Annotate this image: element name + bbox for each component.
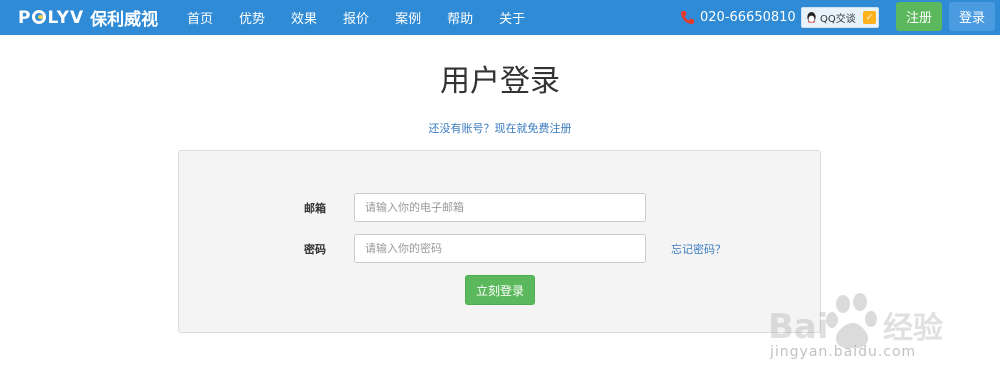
page-title: 用户登录 [440,64,560,99]
phone-icon [680,10,695,25]
watermark-brand: Bai [768,307,829,347]
qq-penguin-icon [807,11,816,23]
forgot-password-link[interactable]: 忘记密码？ [671,241,726,257]
main-nav: 首页 优势 效果 报价 案例 帮助 关于 [187,0,551,35]
polyv-logo[interactable]: P LYV 保利威视 [18,0,158,35]
nav-item-advantages[interactable]: 优势 [239,8,265,27]
email-field[interactable] [354,193,646,222]
qq-status-icon: ✓ [863,11,876,24]
top-navbar: P LYV 保利威视 首页 优势 效果 报价 案例 帮助 关于 020-66650… [0,0,1000,35]
qq-chat-button[interactable]: QQ交谈 ✓ [801,7,879,28]
submit-login-button[interactable]: 立刻登录 [465,275,535,305]
phone-number: 020-66650810 [700,10,796,25]
baidu-jingyan-watermark: Bai 经验 [768,293,943,349]
login-form-panel: 邮箱 密码 忘记密码？ 立刻登录 [178,150,821,333]
logo-chinese-name: 保利威视 [90,10,159,30]
email-label: 邮箱 [304,202,326,215]
password-label: 密码 [304,243,326,256]
svg-text:经验: 经验 [883,311,943,346]
nav-item-effects[interactable]: 效果 [291,8,317,27]
qq-chat-label: QQ交谈 [820,14,856,25]
watermark-url: jingyan.baidu.com [770,344,917,360]
register-button[interactable]: 注册 [896,2,942,31]
nav-item-pricing[interactable]: 报价 [343,8,369,27]
logo-wordmark: P LYV [18,7,85,28]
phone-contact: 020-66650810 [680,0,796,35]
nav-item-home[interactable]: 首页 [187,8,213,27]
nav-item-help[interactable]: 帮助 [447,8,473,27]
free-register-link[interactable]: 还没有账号？现在就免费注册 [0,120,1000,136]
nav-item-about[interactable]: 关于 [499,8,525,27]
password-field[interactable] [354,234,646,263]
login-button[interactable]: 登录 [949,2,995,31]
nav-item-cases[interactable]: 案例 [395,8,421,27]
